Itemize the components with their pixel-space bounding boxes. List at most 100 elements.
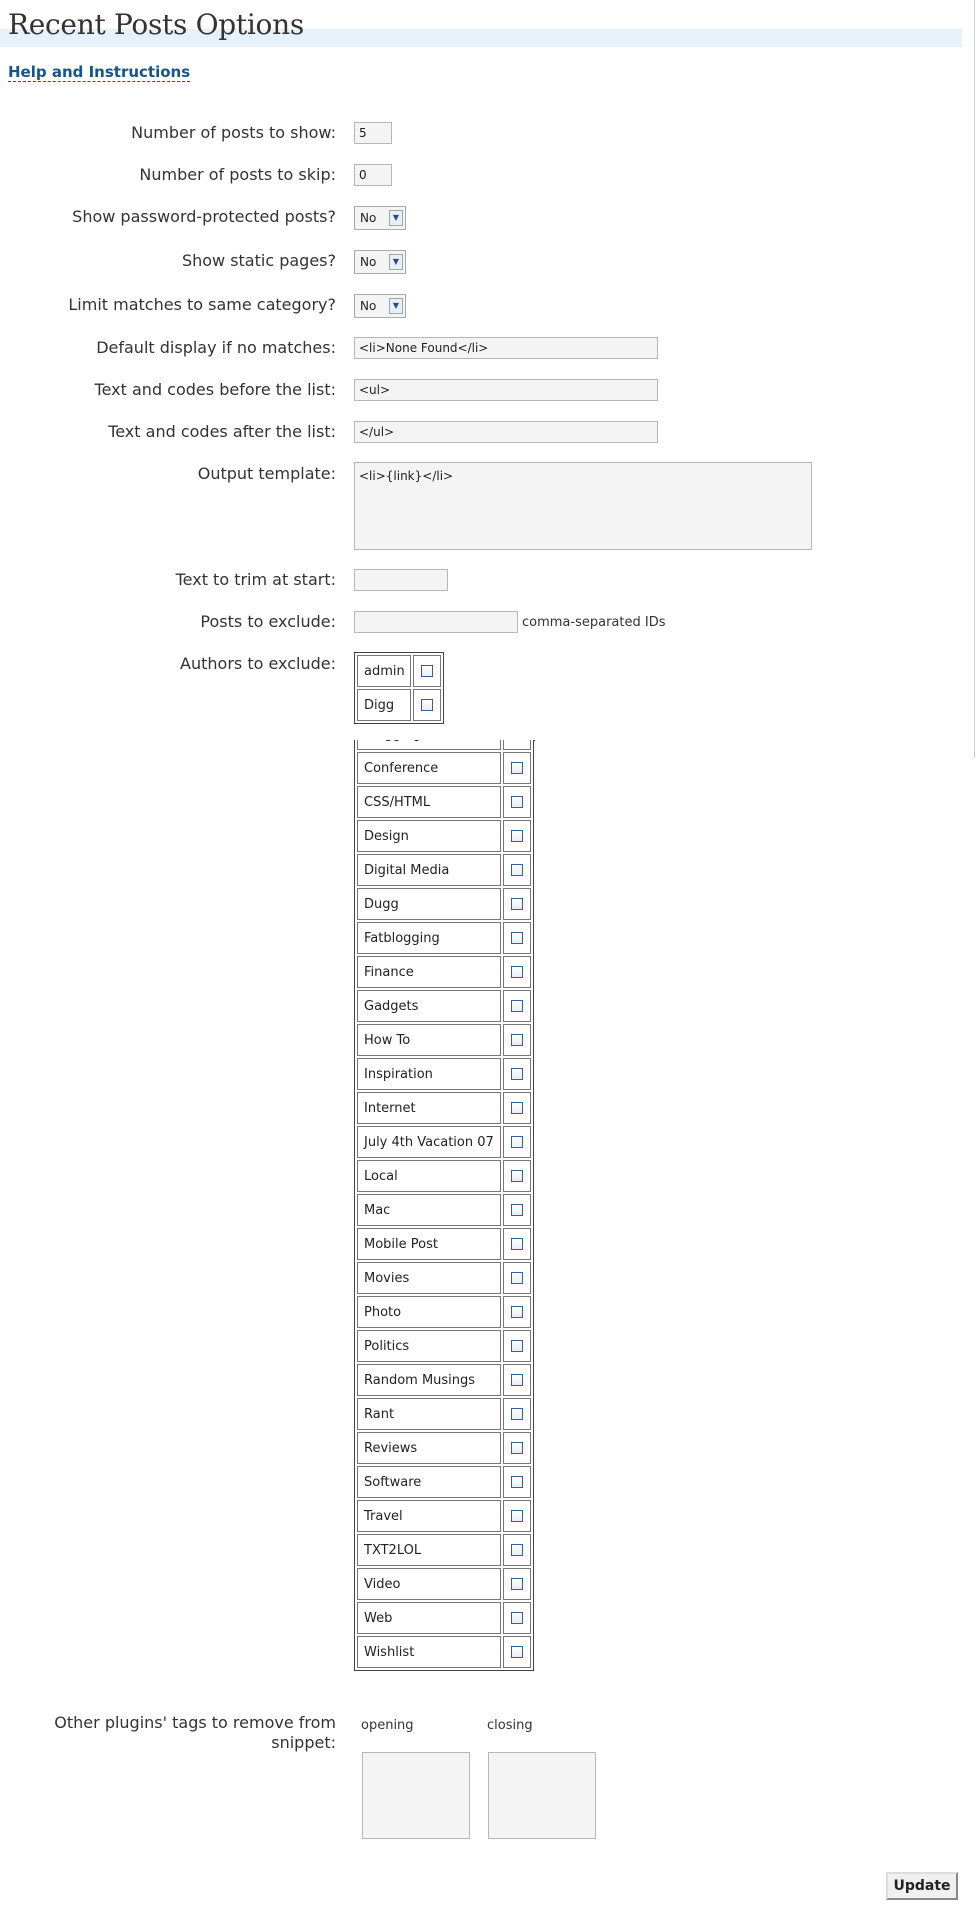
author-checkbox-cell (413, 689, 441, 721)
category-checkbox-cell (503, 740, 531, 750)
category-checkbox[interactable] (511, 932, 523, 944)
category-name: Local (357, 1160, 501, 1192)
category-checkbox[interactable] (511, 796, 523, 808)
categories-scroll-area[interactable]: Blogging ConferenceCSS/HTMLDesignDigital … (354, 740, 536, 1696)
exclude-posts-label: Posts to exclude: (200, 612, 336, 631)
show-protected-label: Show password-protected posts? (72, 207, 336, 226)
category-checkbox[interactable] (511, 1238, 523, 1250)
category-checkbox-cell (503, 990, 531, 1022)
category-checkbox[interactable] (511, 1510, 523, 1522)
category-name: Digital Media (357, 854, 501, 886)
category-checkbox-cell (503, 1262, 531, 1294)
prefix-input[interactable]: <ul> (354, 379, 658, 401)
trim-start-input[interactable] (354, 569, 448, 591)
authors-checkbox-table: admin Digg (354, 652, 444, 724)
category-checkbox-cell (503, 1534, 531, 1566)
category-checkbox[interactable] (511, 1136, 523, 1148)
category-checkbox-cell (503, 820, 531, 852)
strip-tags-label: Other plugins' tags to remove from snipp… (54, 1713, 336, 1752)
show-static-select[interactable]: No ▼ (354, 250, 406, 274)
category-checkbox[interactable] (511, 1204, 523, 1216)
category-checkbox[interactable] (511, 1442, 523, 1454)
category-checkbox[interactable] (511, 1068, 523, 1080)
none-text-input[interactable]: <li>None Found</li> (354, 337, 658, 359)
category-row: Gadgets (357, 990, 531, 1022)
num-posts-input[interactable]: 5 (354, 122, 392, 144)
category-checkbox[interactable] (511, 1272, 523, 1284)
category-row: Wishlist (357, 1636, 531, 1668)
category-checkbox[interactable] (511, 1646, 523, 1658)
category-checkbox[interactable] (511, 1034, 523, 1046)
category-checkbox-cell (503, 786, 531, 818)
category-checkbox[interactable] (511, 1408, 523, 1420)
category-checkbox[interactable] (511, 1578, 523, 1590)
category-name: Mac (357, 1194, 501, 1226)
category-checkbox[interactable] (511, 830, 523, 842)
trim-start-label: Text to trim at start: (175, 570, 336, 589)
category-name: Reviews (357, 1432, 501, 1464)
category-checkbox[interactable] (511, 1170, 523, 1182)
category-name: CSS/HTML (357, 786, 501, 818)
author-name: Digg (357, 689, 411, 721)
limit-category-label: Limit matches to same category? (68, 295, 336, 314)
category-checkbox[interactable] (511, 1102, 523, 1114)
suffix-input[interactable]: </ul> (354, 421, 658, 443)
category-row: Mac (357, 1194, 531, 1226)
category-row: Photo (357, 1296, 531, 1328)
category-checkbox[interactable] (511, 1476, 523, 1488)
category-checkbox-cell (503, 1432, 531, 1464)
category-checkbox[interactable] (511, 864, 523, 876)
author-name: admin (357, 655, 411, 687)
category-row: Random Musings (357, 1364, 531, 1396)
category-row: Inspiration (357, 1058, 531, 1090)
show-protected-select[interactable]: No ▼ (354, 206, 406, 230)
category-name: Blogging (357, 740, 501, 750)
category-checkbox-cell (503, 1330, 531, 1362)
show-static-value: No (360, 255, 377, 269)
category-checkbox[interactable] (511, 1544, 523, 1556)
update-button[interactable]: Update (886, 1872, 958, 1900)
category-name: Video (357, 1568, 501, 1600)
category-checkbox[interactable] (511, 1374, 523, 1386)
category-checkbox[interactable] (511, 762, 523, 774)
category-checkbox-cell (503, 1024, 531, 1056)
limit-category-select[interactable]: No ▼ (354, 294, 406, 318)
num-posts-label: Number of posts to show: (131, 123, 336, 142)
category-row: Internet (357, 1092, 531, 1124)
chevron-down-icon: ▼ (389, 210, 403, 226)
category-row: Conference (357, 752, 531, 784)
category-row: CSS/HTML (357, 786, 531, 818)
help-instructions-link[interactable]: Help and Instructions (8, 63, 191, 82)
category-checkbox-cell (503, 1228, 531, 1260)
category-name: Random Musings (357, 1364, 501, 1396)
category-name: Software (357, 1466, 501, 1498)
closing-tags-textarea[interactable] (488, 1752, 596, 1839)
category-checkbox-cell (503, 1296, 531, 1328)
category-name: July 4th Vacation 07 (357, 1126, 501, 1158)
category-checkbox[interactable] (511, 1612, 523, 1624)
category-name: How To (357, 1024, 501, 1056)
category-name: Inspiration (357, 1058, 501, 1090)
category-name: Movies (357, 1262, 501, 1294)
output-template-textarea[interactable]: <li>{link}</li> (354, 462, 812, 550)
skip-posts-input[interactable]: 0 (354, 164, 392, 186)
category-checkbox[interactable] (511, 1000, 523, 1012)
category-checkbox-cell (503, 1602, 531, 1634)
exclude-posts-input[interactable] (354, 611, 518, 633)
category-row: Video (357, 1568, 531, 1600)
category-row: Politics (357, 1330, 531, 1362)
category-name: TXT2LOL (357, 1534, 501, 1566)
category-checkbox[interactable] (511, 898, 523, 910)
category-checkbox-cell (503, 1194, 531, 1226)
limit-category-value: No (360, 299, 377, 313)
category-checkbox[interactable] (511, 1340, 523, 1352)
author-checkbox[interactable] (421, 665, 433, 677)
author-checkbox[interactable] (421, 699, 433, 711)
show-static-label: Show static pages? (181, 251, 336, 270)
category-checkbox-cell (503, 1466, 531, 1498)
category-checkbox[interactable] (511, 966, 523, 978)
category-checkbox-cell (503, 1160, 531, 1192)
suffix-label: Text and codes after the list: (108, 422, 336, 441)
opening-tags-textarea[interactable] (362, 1752, 470, 1839)
category-checkbox[interactable] (511, 1306, 523, 1318)
